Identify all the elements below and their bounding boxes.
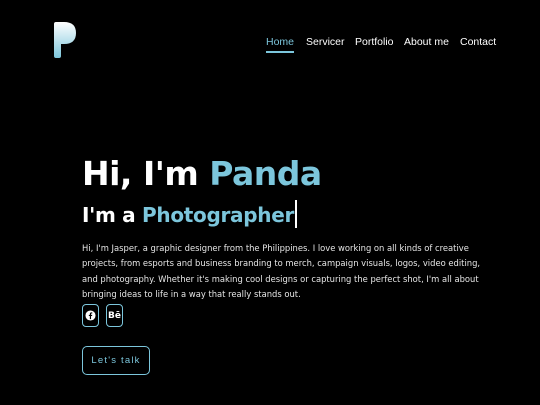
facebook-link[interactable] — [82, 304, 99, 327]
logo-icon[interactable] — [53, 22, 77, 58]
hero-title: Hi, I'm Panda — [82, 154, 322, 193]
hero-name: Panda — [209, 154, 322, 193]
nav-about[interactable]: About me — [404, 36, 449, 48]
greeting: Hi, I'm — [82, 154, 210, 193]
behance-link[interactable]: Bē — [106, 304, 123, 327]
role-text: Photographer — [142, 203, 295, 227]
nav-portfolio[interactable]: Portfolio — [355, 36, 394, 48]
hero-role: I'm a Photographer — [82, 200, 297, 228]
role-prefix: I'm a — [82, 203, 143, 227]
lets-talk-button[interactable]: Let's talk — [82, 346, 150, 375]
typing-caret — [295, 200, 297, 228]
nav-home[interactable]: Home — [266, 36, 295, 53]
behance-icon: Bē — [108, 310, 121, 321]
nav-contact[interactable]: Contact — [460, 36, 496, 48]
hero-bio: Hi, I'm Jasper, a graphic designer from … — [82, 243, 481, 299]
facebook-icon — [85, 310, 96, 321]
nav-services[interactable]: Servicer — [306, 36, 345, 48]
